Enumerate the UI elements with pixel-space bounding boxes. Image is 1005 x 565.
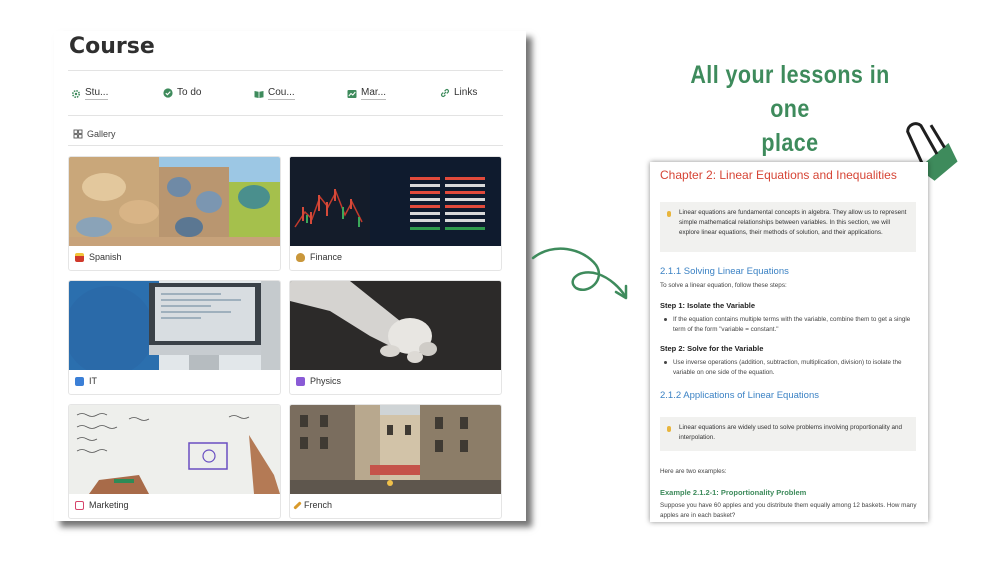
card-caption: French (293, 500, 333, 510)
gallery-card-physics[interactable]: Physics (289, 280, 502, 395)
course-page-panel: Course Stu... To do Cou... Mar... Links … (54, 31, 526, 521)
nav-link-studies[interactable]: Stu... (71, 87, 109, 100)
examples-intro: Here are two examples: (660, 468, 727, 475)
chart-icon (347, 89, 357, 98)
view-tab-label: Gallery (87, 129, 116, 139)
example-text: Suppose you have 60 apples and you distr… (660, 502, 917, 519)
headline-line-1: All your lessons in one (690, 61, 890, 123)
section-heading-solving: 2.1.1 Solving Linear Equations (660, 266, 789, 277)
section-intro: To solve a linear equation, follow these… (660, 282, 787, 289)
whiteboard-photo (69, 405, 280, 494)
nav-link-label: Links (454, 87, 478, 98)
callout-text: Linear equations are widely used to solv… (679, 424, 902, 441)
chart-increasing-icon (75, 500, 84, 510)
nav-link-todo[interactable]: To do (163, 87, 201, 99)
page-title: Course (69, 34, 155, 59)
view-tab-gallery[interactable]: Gallery (73, 129, 116, 139)
pencil-icon (293, 500, 302, 510)
gear-icon (71, 89, 81, 98)
check-circle-icon (163, 88, 173, 98)
divider (68, 115, 503, 116)
section-heading-applications: 2.1.2 Applications of Linear Equations (660, 390, 819, 401)
bullet-dot (664, 361, 667, 364)
divider (68, 70, 503, 71)
card-title: Physics (310, 376, 342, 386)
nav-link-label: Stu... (85, 87, 109, 100)
robot-hand-photo (290, 281, 501, 370)
nav-link-label: Mar... (361, 87, 387, 100)
gallery-card-finance[interactable]: Finance (289, 156, 502, 271)
card-title: French (304, 500, 333, 510)
step1-heading: Step 1: Isolate the Variable (660, 301, 756, 310)
lightbulb-icon (667, 426, 671, 432)
document-title: Chapter 2: Linear Equations and Inequali… (660, 168, 897, 182)
laptop-icon (75, 376, 84, 386)
card-caption: Marketing (75, 500, 129, 510)
book-icon (254, 90, 264, 98)
gallery-card-marketing[interactable]: Marketing (68, 404, 281, 519)
example-heading: Example 2.1.2-1: Proportionality Problem (660, 488, 807, 497)
gallery-card-spanish[interactable]: Spanish (68, 156, 281, 271)
card-title: Marketing (89, 500, 129, 510)
callout-applications: Linear equations are widely used to solv… (660, 417, 916, 451)
headline-line-2: place (761, 129, 819, 157)
card-title: Spanish (89, 252, 122, 262)
gallery-card-it[interactable]: IT (68, 280, 281, 395)
stock-chart-photo (290, 157, 501, 246)
card-caption: Spanish (75, 252, 122, 262)
bullet-text: If the equation contains multiple terms … (673, 316, 911, 333)
headline: All your lessons in one place (687, 58, 893, 160)
nav-link-links[interactable]: Links (440, 87, 477, 99)
card-caption: Finance (296, 252, 342, 262)
architecture-photo (69, 157, 280, 246)
nav-link-label: Cou... (268, 87, 295, 100)
atom-icon (296, 376, 305, 386)
money-bag-icon (296, 252, 305, 262)
lesson-document-preview: Chapter 2: Linear Equations and Inequali… (650, 162, 928, 522)
lightbulb-icon (667, 211, 671, 217)
card-title: Finance (310, 252, 343, 262)
paris-street-photo (290, 405, 501, 494)
curly-arrow-icon (531, 247, 628, 300)
bullet-dot (664, 318, 667, 321)
gallery-card-french[interactable]: French (289, 404, 502, 519)
callout-text: Linear equations are fundamental concept… (679, 209, 907, 236)
card-title: IT (89, 376, 97, 386)
computer-photo (69, 281, 280, 370)
bullet-text: Use inverse operations (addition, subtra… (673, 359, 902, 376)
gallery-grid-icon (73, 129, 83, 139)
nav-link-marketing[interactable]: Mar... (347, 87, 387, 100)
nav-link-courses[interactable]: Cou... (254, 87, 295, 100)
divider (68, 145, 503, 146)
callout-intro: Linear equations are fundamental concept… (660, 202, 916, 252)
card-caption: IT (75, 376, 97, 386)
spain-flag-icon (75, 252, 84, 262)
step2-heading: Step 2: Solve for the Variable (660, 344, 764, 353)
nav-link-label: To do (177, 87, 202, 98)
card-caption: Physics (296, 376, 341, 386)
link-icon (440, 88, 450, 98)
